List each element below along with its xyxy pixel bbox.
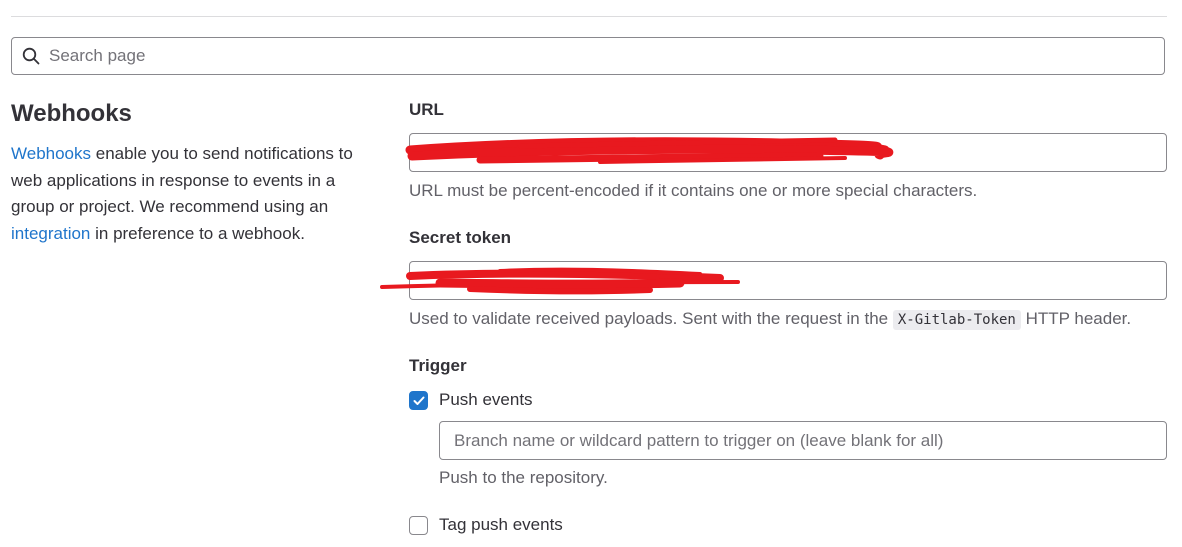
search-box[interactable] bbox=[11, 37, 1165, 75]
description-text-2: in preference to a webhook. bbox=[90, 223, 305, 243]
tag-push-events-label[interactable]: Tag push events bbox=[439, 515, 563, 535]
tag-push-events-checkbox[interactable] bbox=[409, 516, 428, 535]
branch-filter-input[interactable] bbox=[439, 421, 1167, 460]
integration-link[interactable]: integration bbox=[11, 224, 90, 243]
trigger-label: Trigger bbox=[409, 356, 467, 375]
url-label: URL bbox=[409, 100, 444, 119]
push-events-checkbox[interactable] bbox=[409, 391, 428, 410]
top-divider bbox=[11, 16, 1167, 17]
search-icon bbox=[22, 47, 40, 65]
section-title: Webhooks bbox=[11, 100, 132, 127]
push-events-help: Push to the repository. bbox=[439, 468, 608, 487]
url-input[interactable] bbox=[409, 133, 1167, 172]
webhooks-doc-link[interactable]: Webhooks bbox=[11, 144, 91, 163]
header-name-code: X-Gitlab-Token bbox=[892, 310, 1021, 330]
url-help: URL must be percent-encoded if it contai… bbox=[409, 181, 978, 200]
secret-token-input[interactable] bbox=[409, 261, 1167, 300]
search-input[interactable] bbox=[47, 37, 1164, 75]
secret-token-help: Used to validate received payloads. Sent… bbox=[409, 309, 1132, 330]
checkmark-icon bbox=[413, 396, 424, 405]
webhook-settings-page: Webhooks Webhooks enable you to send not… bbox=[0, 0, 1182, 547]
section-description: Webhooks enable you to send notification… bbox=[11, 141, 381, 247]
push-events-label[interactable]: Push events bbox=[439, 390, 533, 410]
settings-sidebar: Webhooks Webhooks enable you to send not… bbox=[11, 98, 381, 247]
secret-token-label: Secret token bbox=[409, 228, 512, 247]
